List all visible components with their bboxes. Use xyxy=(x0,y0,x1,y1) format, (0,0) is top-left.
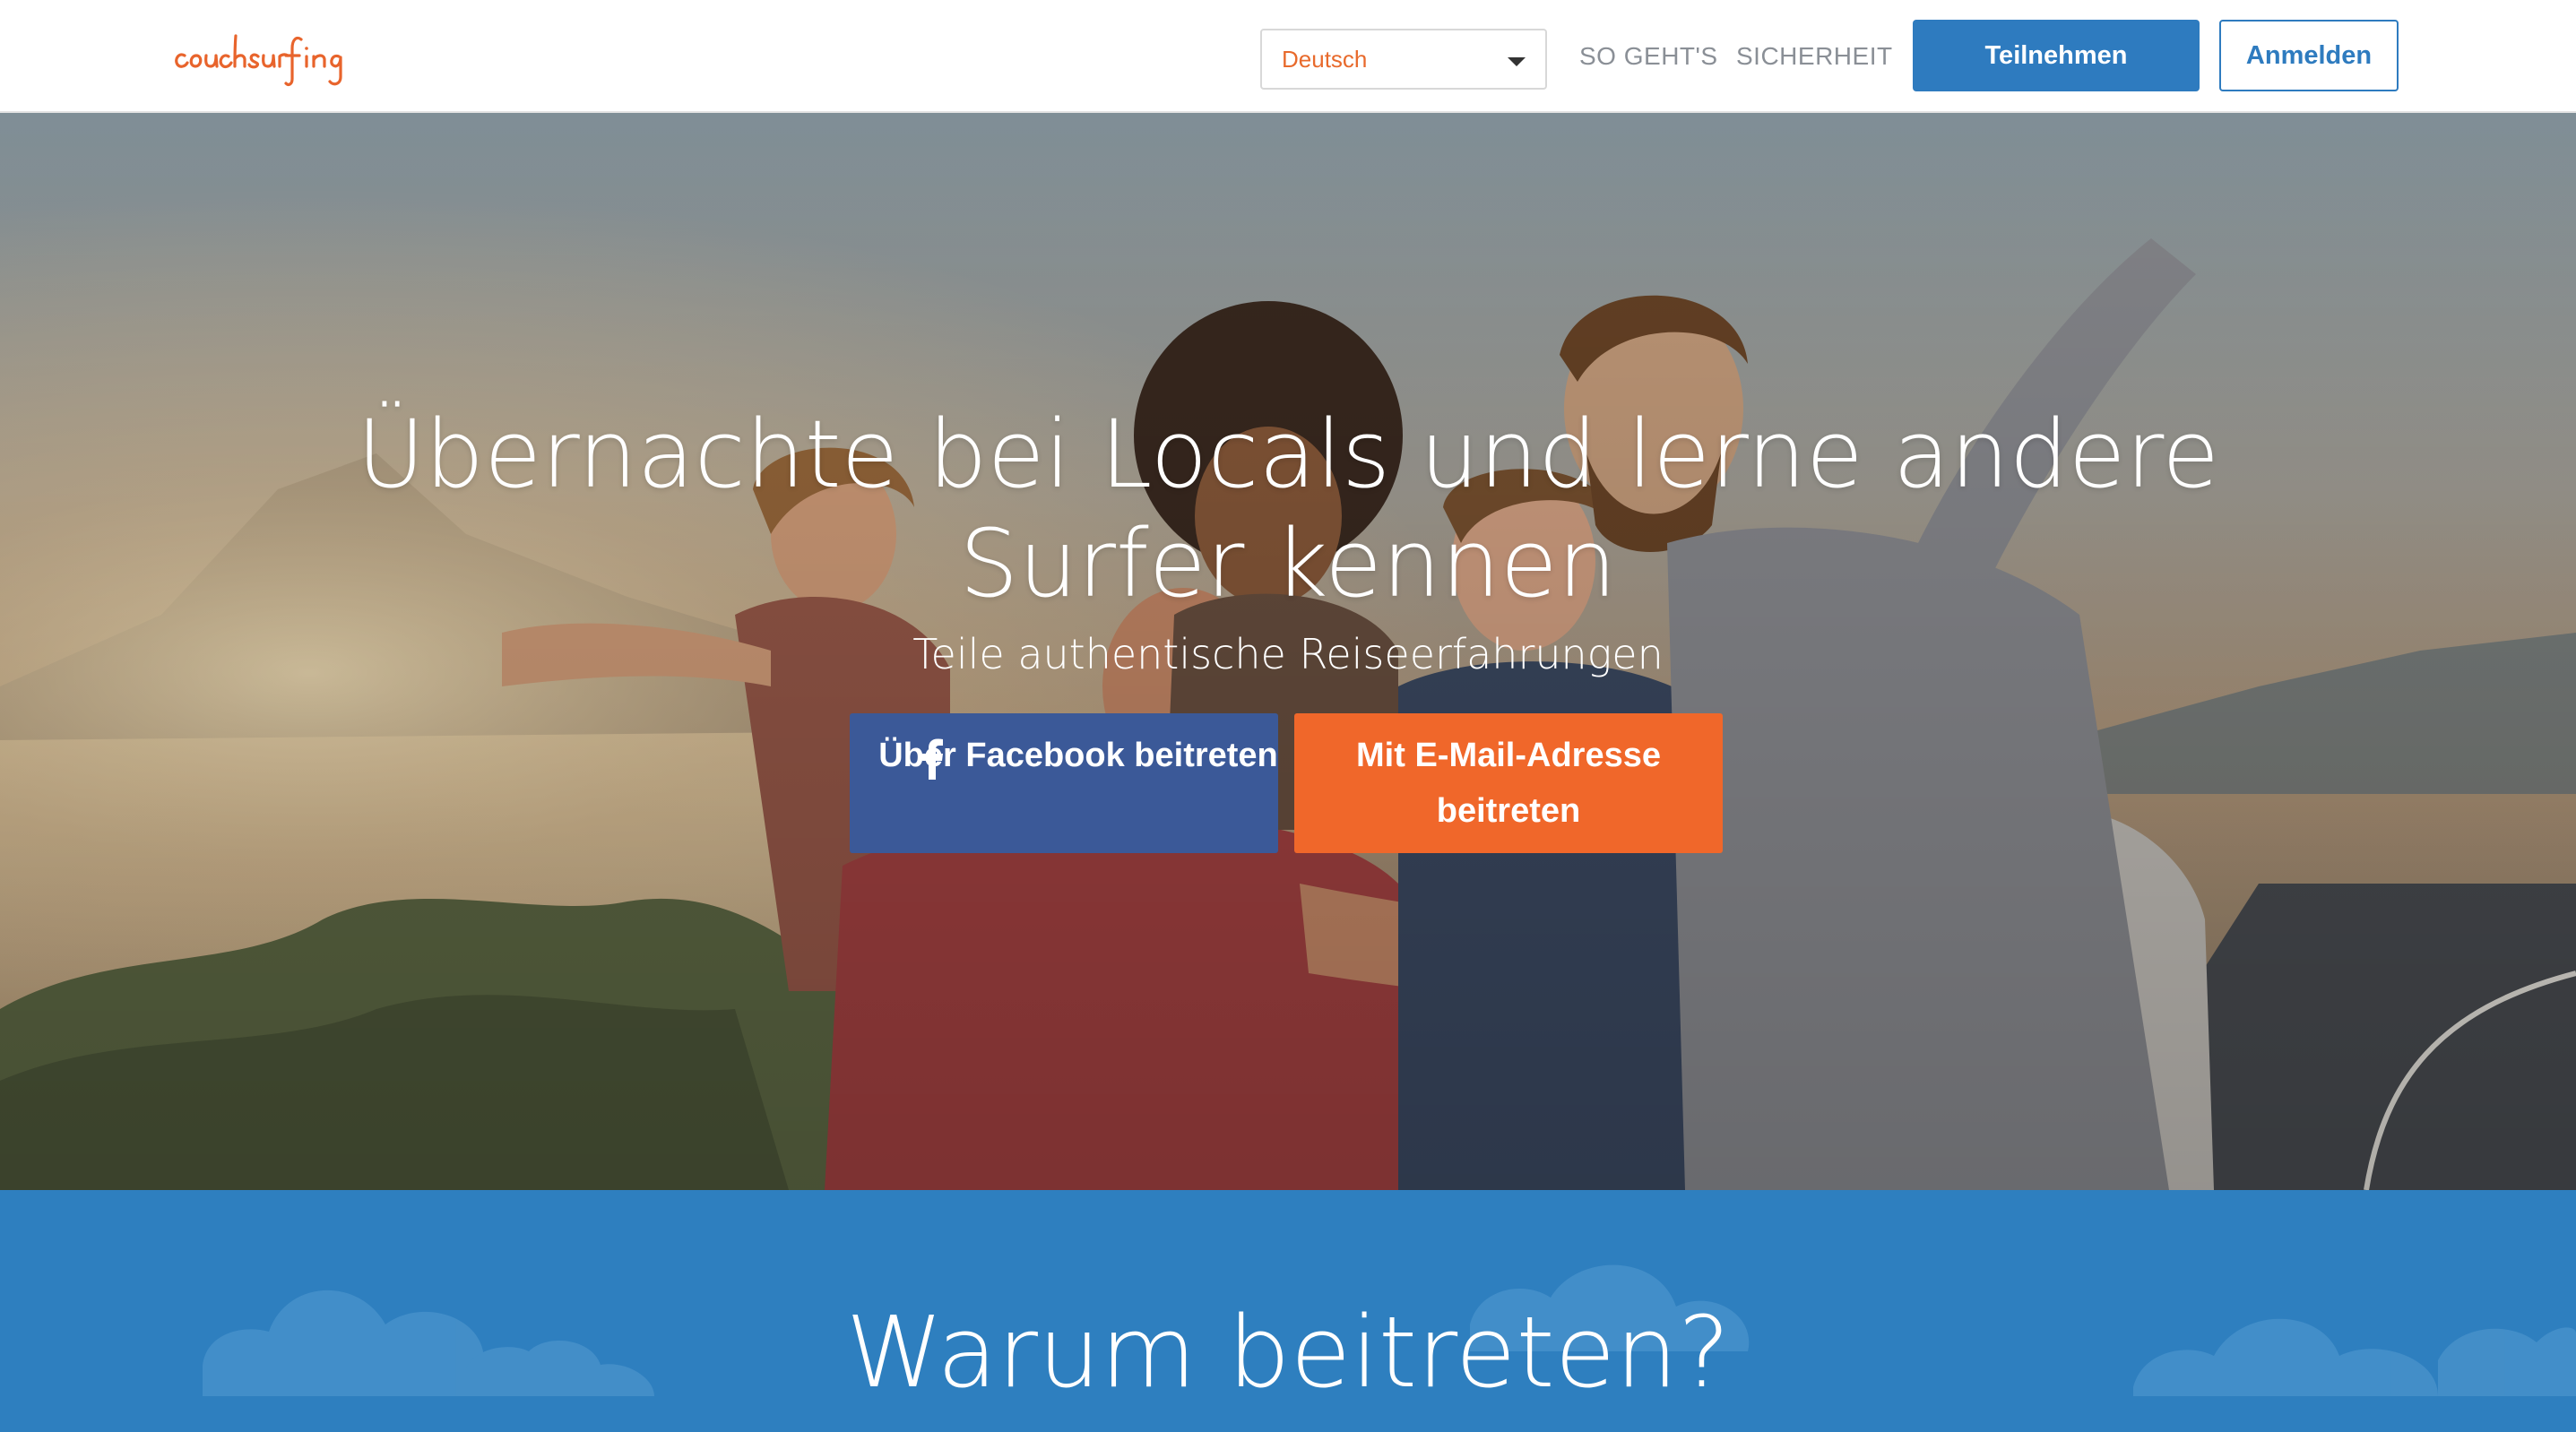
language-select-value: Deutsch xyxy=(1282,46,1368,73)
couchsurfing-logo[interactable] xyxy=(172,20,387,95)
hero-title: Übernachte bei Locals und lerne andere S… xyxy=(356,400,2220,618)
email-signup-label: Mit E-Mail-Adresse beitreten xyxy=(1356,737,1661,830)
couchsurfing-logo-wordmark xyxy=(175,34,342,86)
hero-subtitle: Teile authentische Reiseerfahrungen xyxy=(912,630,1664,678)
email-signup-button[interactable]: Mit E-Mail-Adresse beitreten xyxy=(1294,713,1723,853)
why-join-title: Warum beitreten? xyxy=(845,1295,1731,1410)
facebook-signup-label: Über Facebook beitreten xyxy=(878,737,1278,774)
why-join-section: Warum beitreten? xyxy=(0,1190,2576,1432)
login-button[interactable]: Anmelden xyxy=(2219,20,2399,91)
language-select[interactable]: Deutsch xyxy=(1260,29,1547,90)
nav-safety[interactable]: SICHERHEIT xyxy=(1736,0,1893,113)
hero-section: Übernachte bei Locals und lerne andere S… xyxy=(0,113,2576,1190)
chevron-down-icon xyxy=(1508,57,1526,66)
nav-how-it-works[interactable]: SO GEHT'S xyxy=(1579,0,1718,113)
facebook-signup-button[interactable]: Über Facebook beitreten xyxy=(850,713,1278,853)
join-button[interactable]: Teilnehmen xyxy=(1913,20,2200,91)
site-header: Deutsch SO GEHT'S SICHERHEIT Teilnehmen … xyxy=(0,0,2576,113)
